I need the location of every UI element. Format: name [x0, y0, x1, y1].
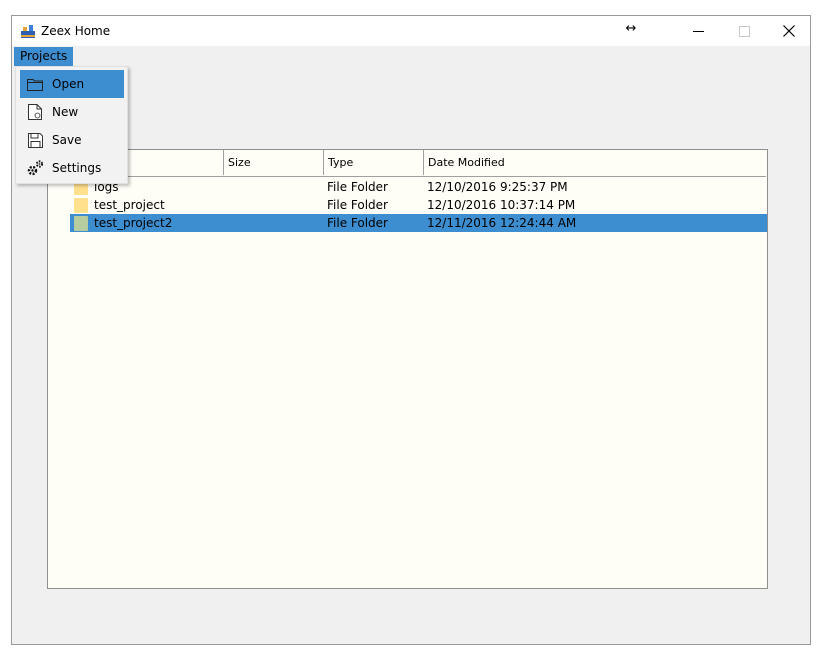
item-type: File Folder — [327, 198, 388, 212]
menu-item-label: Save — [52, 133, 82, 147]
item-date: 12/10/2016 9:25:37 PM — [427, 180, 568, 194]
title-bar[interactable]: Zeex Home ↔ — [12, 16, 810, 46]
maximize-button[interactable] — [721, 16, 767, 46]
item-date: 12/11/2016 12:24:44 AM — [427, 216, 577, 230]
minimize-icon — [692, 30, 704, 32]
resize-arrows-icon: ↔ — [625, 21, 637, 36]
new-file-icon — [26, 103, 44, 121]
menu-item-label: New — [52, 105, 79, 119]
list-item[interactable]: test_project File Folder 12/10/2016 10:3… — [70, 196, 767, 214]
gears-icon — [26, 159, 44, 177]
column-header-size[interactable]: Size — [224, 150, 324, 175]
projects-dropdown: Open New Save Settings — [15, 66, 128, 184]
column-header-date-modified[interactable]: Date Modified — [424, 150, 766, 175]
menu-item-settings[interactable]: Settings — [20, 154, 124, 182]
item-type: File Folder — [327, 216, 388, 230]
folder-icon — [26, 75, 44, 93]
item-type: File Folder — [327, 180, 388, 194]
item-date: 12/10/2016 10:37:14 PM — [427, 198, 576, 212]
file-list[interactable]: Name Size Type Date Modified logs File F… — [47, 149, 768, 589]
menu-item-new[interactable]: New — [20, 98, 124, 126]
list-item[interactable]: logs File Folder 12/10/2016 9:25:37 PM — [70, 178, 767, 196]
app-icon — [21, 25, 35, 38]
save-icon — [26, 131, 44, 149]
item-name: test_project2 — [94, 216, 173, 230]
minimize-button[interactable] — [675, 16, 721, 46]
list-header: Name Size Type Date Modified — [48, 150, 766, 177]
projects-menu[interactable]: Projects — [14, 47, 74, 66]
window-title: Zeex Home — [41, 24, 111, 38]
menu-item-save[interactable]: Save — [20, 126, 124, 154]
list-item-selected[interactable]: test_project2 File Folder 12/11/2016 12:… — [70, 214, 767, 232]
close-icon — [783, 25, 795, 37]
menu-item-label: Open — [52, 77, 85, 91]
main-window: Zeex Home ↔ Projects Open New Save Setti… — [11, 15, 811, 645]
folder-icon — [74, 198, 88, 213]
maximize-icon — [738, 25, 750, 37]
close-button[interactable] — [766, 16, 812, 46]
column-header-type[interactable]: Type — [324, 150, 424, 175]
menu-bar: Projects — [12, 46, 810, 66]
folder-icon — [74, 216, 88, 231]
item-name: test_project — [94, 198, 165, 212]
menu-item-label: Settings — [52, 161, 102, 175]
menu-item-open[interactable]: Open — [20, 70, 124, 98]
